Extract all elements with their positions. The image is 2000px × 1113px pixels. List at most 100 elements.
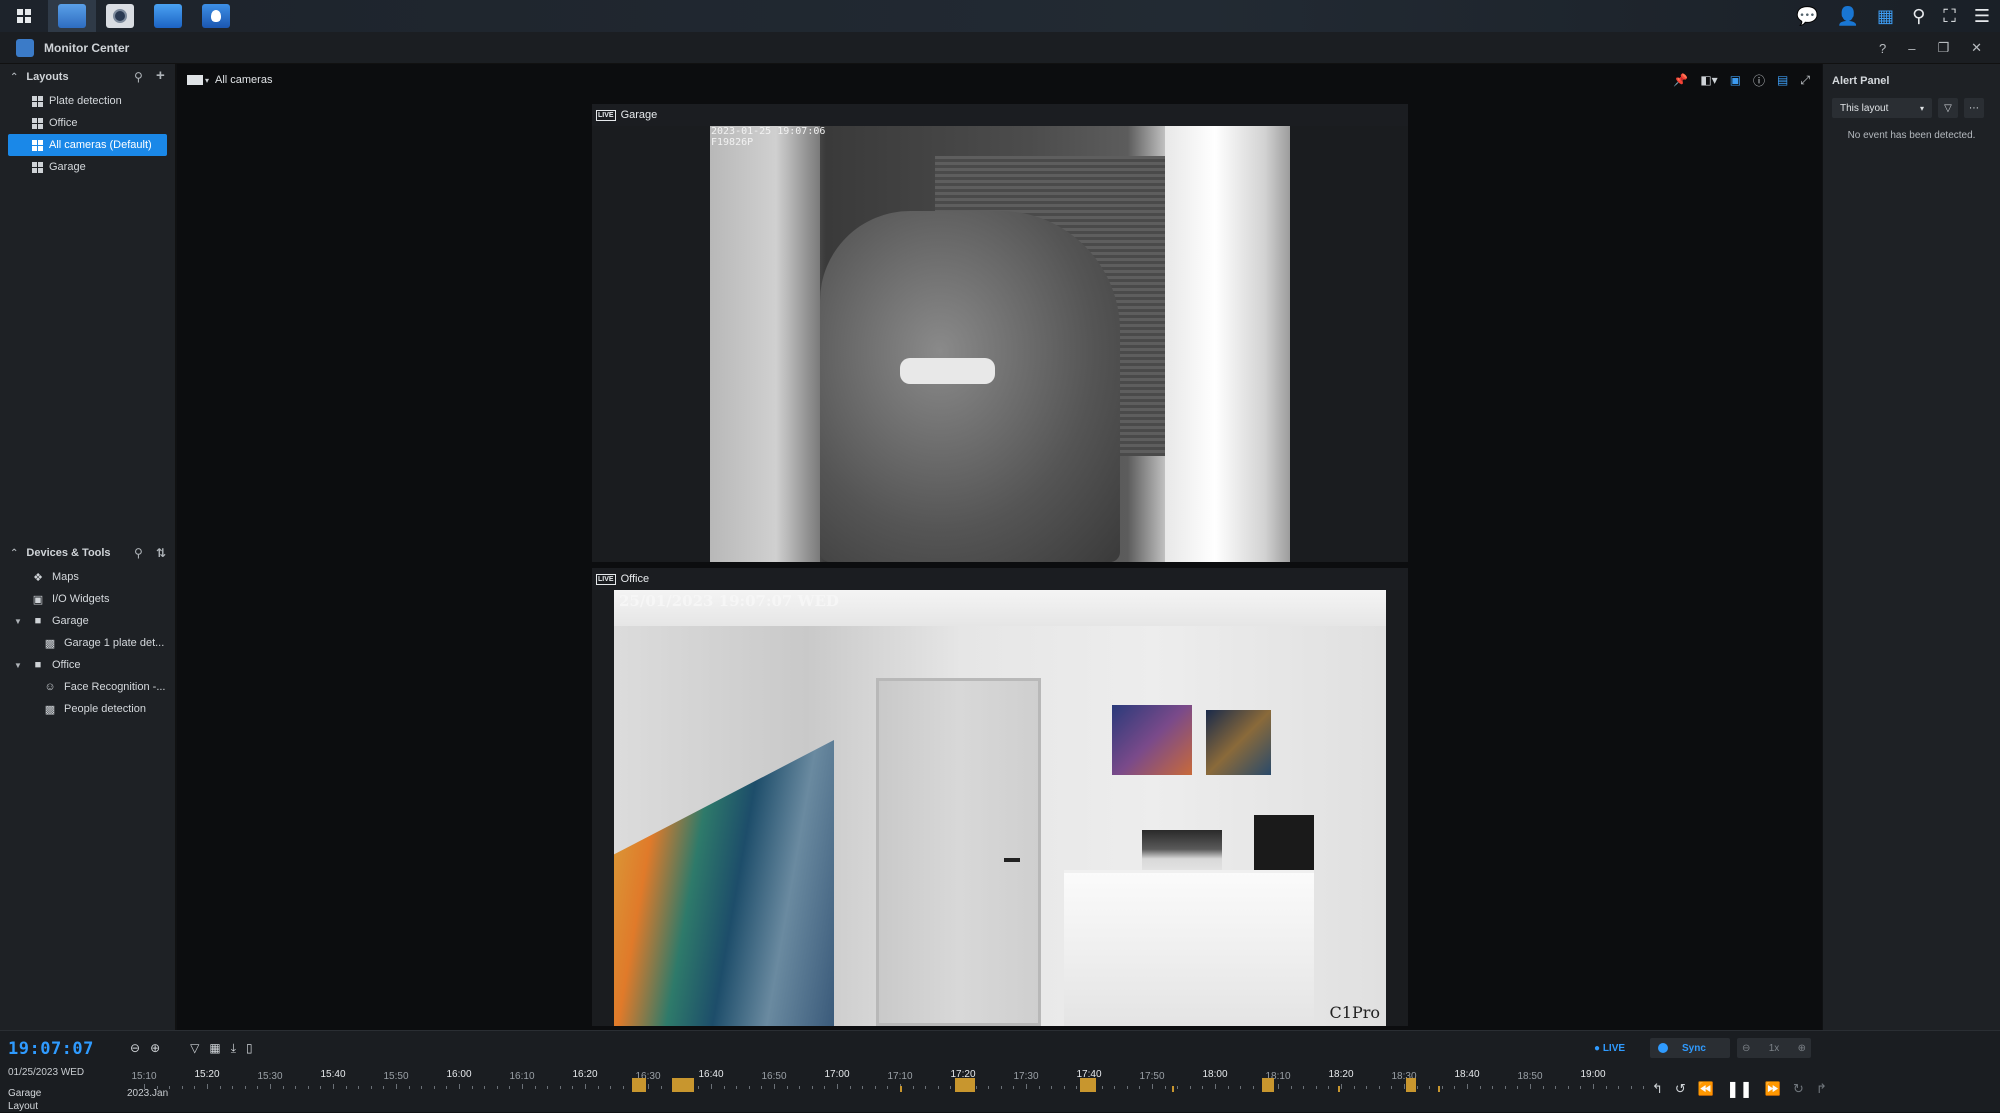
- timeline-tick: [383, 1086, 385, 1089]
- info-icon[interactable]: ⓘ: [1753, 72, 1765, 89]
- pause-icon[interactable]: ❚❚: [1726, 1079, 1753, 1099]
- expand-triangle-icon[interactable]: ▼: [14, 661, 22, 670]
- sort-icon[interactable]: ⇅: [156, 546, 166, 560]
- search-icon[interactable]: ⚲: [1912, 6, 1925, 27]
- help-icon[interactable]: ?: [1879, 41, 1886, 56]
- timeline-tick: [1366, 1086, 1368, 1089]
- timeline-tick: [295, 1086, 297, 1089]
- layout-item-office[interactable]: Office: [8, 112, 167, 134]
- notification-icon[interactable]: 💬: [1796, 6, 1818, 27]
- speed-decrease-icon[interactable]: ⊖: [1742, 1043, 1750, 1054]
- device-item-people-detection[interactable]: ▩ People detection: [0, 698, 176, 720]
- calendar-icon[interactable]: ▦: [209, 1041, 220, 1056]
- speed-increase-icon[interactable]: ⊕: [1798, 1043, 1806, 1054]
- display-mode-icon[interactable]: ◧▾: [1700, 73, 1717, 87]
- device-item-io-widgets[interactable]: ▣ I/O Widgets: [0, 588, 176, 610]
- devices-tools-header[interactable]: ⌃ Devices & Tools ⚲ ⇅: [0, 540, 176, 566]
- playback-speed-control[interactable]: ⊖ 1x ⊕: [1737, 1038, 1811, 1058]
- timeline-event[interactable]: [1406, 1078, 1416, 1092]
- chevron-up-icon[interactable]: ⌃: [10, 72, 18, 83]
- camera-feed-garage[interactable]: 2023-01-25 19:07:06 F19826P: [710, 126, 1290, 562]
- bookmark-icon[interactable]: ▯: [246, 1041, 253, 1056]
- timeline-tick-label: 17:00: [824, 1069, 850, 1080]
- sync-toggle[interactable]: Sync: [1650, 1038, 1730, 1058]
- timeline-event[interactable]: [1338, 1086, 1340, 1092]
- timeline-event[interactable]: [632, 1078, 646, 1092]
- device-item-garage-plate[interactable]: ▩ Garage 1 plate det...: [0, 632, 176, 654]
- timeline-event[interactable]: [955, 1078, 975, 1092]
- layout-item-plate-detection[interactable]: Plate detection: [8, 90, 167, 112]
- timeline-ruler[interactable]: 15:10 15:20 15:30 15:40 15:50 16:00 16:10 16:20…: [128, 1069, 1645, 1113]
- timeline-tick: [1504, 1086, 1506, 1089]
- timeline-tick: [320, 1086, 322, 1089]
- camera-tile-garage[interactable]: LIVE Garage 2023-01-25 19:07:06 F19826P: [592, 104, 1408, 562]
- left-sidebar: ⌃ Layouts ⚲ + Plate detection Office All…: [0, 64, 176, 1030]
- previous-event-icon[interactable]: ↰: [1652, 1081, 1663, 1097]
- chevron-up-icon[interactable]: ⌃: [10, 548, 18, 559]
- timeline-event[interactable]: [1262, 1078, 1274, 1092]
- pin-icon[interactable]: 📌: [1673, 73, 1688, 87]
- user-icon[interactable]: 👤: [1837, 6, 1859, 27]
- device-item-office[interactable]: ▼ ■ Office: [0, 654, 176, 676]
- expand-triangle-icon[interactable]: ▼: [14, 617, 22, 626]
- layout-item-all-cameras[interactable]: All cameras (Default): [8, 134, 167, 156]
- timeline-event[interactable]: [1438, 1086, 1440, 1092]
- timeline-tick: [446, 1086, 448, 1089]
- download-icon[interactable]: ⤓: [231, 1041, 236, 1056]
- timeline-tick: [1252, 1086, 1254, 1089]
- filter-icon[interactable]: ▽: [190, 1041, 199, 1056]
- forward-10-icon[interactable]: ↻: [1793, 1081, 1804, 1097]
- minimize-icon[interactable]: –: [1908, 41, 1915, 56]
- timeline-event[interactable]: [1172, 1086, 1174, 1092]
- monitor-center-app[interactable]: [144, 0, 192, 32]
- panel-toggle-icon[interactable]: ▤: [1777, 73, 1788, 87]
- chevron-down-icon[interactable]: ▾: [205, 76, 209, 85]
- live-indicator[interactable]: ● LIVE: [1594, 1043, 1625, 1054]
- camera-app[interactable]: [96, 0, 144, 32]
- step-back-icon[interactable]: ⏪: [1698, 1081, 1714, 1097]
- camera-tile-office[interactable]: LIVE Office 25/01/2023 19:07:07 WED C1Pr…: [592, 568, 1408, 1026]
- camera-app-icon: [106, 4, 134, 28]
- fullscreen-icon[interactable]: ⛶: [1943, 6, 1956, 27]
- widgets-icon[interactable]: ▦: [1877, 6, 1894, 27]
- grid-icon: [17, 9, 31, 23]
- timeline-tick: [1189, 1086, 1191, 1089]
- timeline-event[interactable]: [900, 1086, 902, 1092]
- restore-icon[interactable]: ❐: [1937, 40, 1949, 56]
- layouts-header[interactable]: ⌃ Layouts ⚲ +: [0, 64, 175, 90]
- left-door-shape: [710, 126, 820, 562]
- camera-feed-office[interactable]: 25/01/2023 19:07:07 WED C1Pro: [614, 590, 1386, 1026]
- timeline-tick-label: 15:40: [320, 1069, 346, 1080]
- rewind-10-icon[interactable]: ↺: [1675, 1081, 1686, 1097]
- menu-icon[interactable]: ☰: [1974, 6, 1990, 27]
- layout-select-icon[interactable]: [187, 75, 203, 85]
- surveillance-station-app[interactable]: [48, 0, 96, 32]
- zoom-out-icon[interactable]: ⊖: [130, 1041, 140, 1056]
- main-menu-button[interactable]: [0, 0, 48, 32]
- face-app[interactable]: [192, 0, 240, 32]
- timeline-tick: [1164, 1086, 1166, 1089]
- device-item-face-recognition[interactable]: ☺ Face Recognition -...: [0, 676, 176, 698]
- window-titlebar: Monitor Center ? – ❐ ✕: [0, 32, 2000, 64]
- layout-item-garage[interactable]: Garage: [8, 156, 167, 178]
- close-icon[interactable]: ✕: [1971, 40, 1982, 56]
- next-event-icon[interactable]: ↱: [1816, 1081, 1827, 1097]
- timeline-tick: [648, 1084, 649, 1089]
- more-options-button[interactable]: ⋯: [1964, 98, 1984, 118]
- snapshot-icon[interactable]: ▣: [1730, 73, 1741, 87]
- timeline-tick: [307, 1086, 309, 1089]
- step-forward-icon[interactable]: ⏩: [1765, 1081, 1781, 1097]
- zoom-in-icon[interactable]: ⊕: [150, 1041, 160, 1056]
- alert-filter-select[interactable]: This layout ▾: [1832, 98, 1932, 118]
- device-item-maps[interactable]: ❖ Maps: [0, 566, 176, 588]
- timeline-tick: [862, 1086, 864, 1089]
- timeline-event[interactable]: [1080, 1078, 1096, 1092]
- search-icon[interactable]: ⚲: [134, 546, 143, 560]
- add-icon[interactable]: +: [156, 67, 165, 84]
- device-item-garage[interactable]: ▼ ■ Garage: [0, 610, 176, 632]
- timeline-tick: [333, 1084, 334, 1089]
- filter-button[interactable]: ▽: [1938, 98, 1958, 118]
- search-icon[interactable]: ⚲: [134, 70, 143, 84]
- timeline-event[interactable]: [672, 1078, 694, 1092]
- expand-icon[interactable]: ⤢: [1800, 73, 1810, 88]
